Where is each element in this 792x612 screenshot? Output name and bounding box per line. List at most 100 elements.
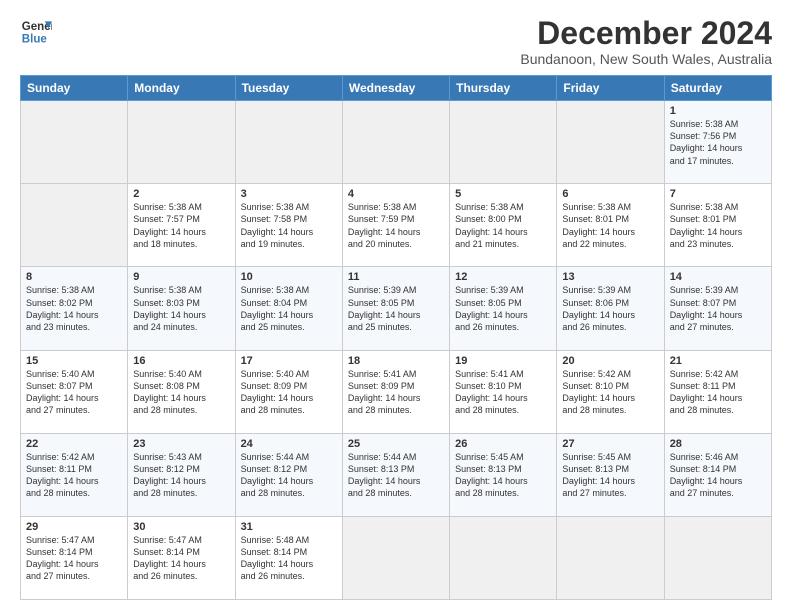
day-number: 23 bbox=[133, 438, 229, 450]
day-number: 11 bbox=[348, 271, 444, 283]
calendar-header-tuesday: Tuesday bbox=[235, 76, 342, 101]
day-info: Sunrise: 5:38 AM Sunset: 8:03 PM Dayligh… bbox=[133, 284, 229, 333]
day-number: 25 bbox=[348, 438, 444, 450]
day-info: Sunrise: 5:44 AM Sunset: 8:12 PM Dayligh… bbox=[241, 451, 337, 500]
calendar-cell: 13Sunrise: 5:39 AM Sunset: 8:06 PM Dayli… bbox=[557, 267, 664, 350]
day-info: Sunrise: 5:38 AM Sunset: 7:59 PM Dayligh… bbox=[348, 201, 444, 250]
day-info: Sunrise: 5:39 AM Sunset: 8:05 PM Dayligh… bbox=[455, 284, 551, 333]
calendar-cell bbox=[235, 101, 342, 184]
calendar-cell: 28Sunrise: 5:46 AM Sunset: 8:14 PM Dayli… bbox=[664, 433, 771, 516]
calendar-cell bbox=[557, 101, 664, 184]
calendar-cell: 5Sunrise: 5:38 AM Sunset: 8:00 PM Daylig… bbox=[450, 184, 557, 267]
day-number: 9 bbox=[133, 271, 229, 283]
day-info: Sunrise: 5:38 AM Sunset: 8:02 PM Dayligh… bbox=[26, 284, 122, 333]
day-info: Sunrise: 5:43 AM Sunset: 8:12 PM Dayligh… bbox=[133, 451, 229, 500]
calendar-cell bbox=[664, 516, 771, 599]
day-info: Sunrise: 5:42 AM Sunset: 8:10 PM Dayligh… bbox=[562, 368, 658, 417]
calendar-cell: 10Sunrise: 5:38 AM Sunset: 8:04 PM Dayli… bbox=[235, 267, 342, 350]
day-number: 16 bbox=[133, 355, 229, 367]
calendar-cell bbox=[128, 101, 235, 184]
calendar-week-5: 29Sunrise: 5:47 AM Sunset: 8:14 PM Dayli… bbox=[21, 516, 772, 599]
day-info: Sunrise: 5:38 AM Sunset: 8:01 PM Dayligh… bbox=[670, 201, 766, 250]
calendar-cell: 23Sunrise: 5:43 AM Sunset: 8:12 PM Dayli… bbox=[128, 433, 235, 516]
day-info: Sunrise: 5:38 AM Sunset: 8:01 PM Dayligh… bbox=[562, 201, 658, 250]
calendar-cell: 30Sunrise: 5:47 AM Sunset: 8:14 PM Dayli… bbox=[128, 516, 235, 599]
day-info: Sunrise: 5:38 AM Sunset: 8:00 PM Dayligh… bbox=[455, 201, 551, 250]
day-number: 17 bbox=[241, 355, 337, 367]
calendar-header-thursday: Thursday bbox=[450, 76, 557, 101]
calendar-cell: 21Sunrise: 5:42 AM Sunset: 8:11 PM Dayli… bbox=[664, 350, 771, 433]
calendar-week-0: 1Sunrise: 5:38 AM Sunset: 7:56 PM Daylig… bbox=[21, 101, 772, 184]
calendar-cell bbox=[21, 184, 128, 267]
calendar-cell: 29Sunrise: 5:47 AM Sunset: 8:14 PM Dayli… bbox=[21, 516, 128, 599]
day-number: 10 bbox=[241, 271, 337, 283]
calendar-week-3: 15Sunrise: 5:40 AM Sunset: 8:07 PM Dayli… bbox=[21, 350, 772, 433]
calendar-cell: 4Sunrise: 5:38 AM Sunset: 7:59 PM Daylig… bbox=[342, 184, 449, 267]
day-number: 21 bbox=[670, 355, 766, 367]
day-number: 5 bbox=[455, 188, 551, 200]
calendar-header-sunday: Sunday bbox=[21, 76, 128, 101]
calendar-week-2: 8Sunrise: 5:38 AM Sunset: 8:02 PM Daylig… bbox=[21, 267, 772, 350]
day-info: Sunrise: 5:47 AM Sunset: 8:14 PM Dayligh… bbox=[133, 534, 229, 583]
day-info: Sunrise: 5:40 AM Sunset: 8:09 PM Dayligh… bbox=[241, 368, 337, 417]
day-info: Sunrise: 5:42 AM Sunset: 8:11 PM Dayligh… bbox=[670, 368, 766, 417]
day-number: 12 bbox=[455, 271, 551, 283]
day-number: 31 bbox=[241, 521, 337, 533]
day-number: 24 bbox=[241, 438, 337, 450]
calendar-cell: 14Sunrise: 5:39 AM Sunset: 8:07 PM Dayli… bbox=[664, 267, 771, 350]
day-number: 7 bbox=[670, 188, 766, 200]
calendar-cell: 27Sunrise: 5:45 AM Sunset: 8:13 PM Dayli… bbox=[557, 433, 664, 516]
day-number: 13 bbox=[562, 271, 658, 283]
day-number: 27 bbox=[562, 438, 658, 450]
day-number: 26 bbox=[455, 438, 551, 450]
day-number: 15 bbox=[26, 355, 122, 367]
day-number: 14 bbox=[670, 271, 766, 283]
calendar-cell: 31Sunrise: 5:48 AM Sunset: 8:14 PM Dayli… bbox=[235, 516, 342, 599]
calendar-cell: 12Sunrise: 5:39 AM Sunset: 8:05 PM Dayli… bbox=[450, 267, 557, 350]
calendar-header-monday: Monday bbox=[128, 76, 235, 101]
calendar-header-saturday: Saturday bbox=[664, 76, 771, 101]
calendar-table: SundayMondayTuesdayWednesdayThursdayFrid… bbox=[20, 75, 772, 600]
day-info: Sunrise: 5:46 AM Sunset: 8:14 PM Dayligh… bbox=[670, 451, 766, 500]
day-info: Sunrise: 5:48 AM Sunset: 8:14 PM Dayligh… bbox=[241, 534, 337, 583]
day-number: 18 bbox=[348, 355, 444, 367]
day-info: Sunrise: 5:42 AM Sunset: 8:11 PM Dayligh… bbox=[26, 451, 122, 500]
day-number: 29 bbox=[26, 521, 122, 533]
calendar-cell: 15Sunrise: 5:40 AM Sunset: 8:07 PM Dayli… bbox=[21, 350, 128, 433]
calendar-week-4: 22Sunrise: 5:42 AM Sunset: 8:11 PM Dayli… bbox=[21, 433, 772, 516]
day-number: 1 bbox=[670, 105, 766, 117]
day-info: Sunrise: 5:45 AM Sunset: 8:13 PM Dayligh… bbox=[455, 451, 551, 500]
logo: General Blue bbox=[20, 16, 52, 48]
day-number: 19 bbox=[455, 355, 551, 367]
calendar-header-wednesday: Wednesday bbox=[342, 76, 449, 101]
calendar-cell: 9Sunrise: 5:38 AM Sunset: 8:03 PM Daylig… bbox=[128, 267, 235, 350]
calendar-cell: 11Sunrise: 5:39 AM Sunset: 8:05 PM Dayli… bbox=[342, 267, 449, 350]
day-info: Sunrise: 5:38 AM Sunset: 7:56 PM Dayligh… bbox=[670, 118, 766, 167]
svg-text:Blue: Blue bbox=[22, 34, 48, 46]
day-info: Sunrise: 5:39 AM Sunset: 8:07 PM Dayligh… bbox=[670, 284, 766, 333]
day-number: 2 bbox=[133, 188, 229, 200]
calendar-cell: 25Sunrise: 5:44 AM Sunset: 8:13 PM Dayli… bbox=[342, 433, 449, 516]
day-info: Sunrise: 5:39 AM Sunset: 8:05 PM Dayligh… bbox=[348, 284, 444, 333]
calendar-cell: 24Sunrise: 5:44 AM Sunset: 8:12 PM Dayli… bbox=[235, 433, 342, 516]
day-info: Sunrise: 5:40 AM Sunset: 8:07 PM Dayligh… bbox=[26, 368, 122, 417]
calendar-cell: 7Sunrise: 5:38 AM Sunset: 8:01 PM Daylig… bbox=[664, 184, 771, 267]
day-info: Sunrise: 5:38 AM Sunset: 8:04 PM Dayligh… bbox=[241, 284, 337, 333]
calendar-header-row: SundayMondayTuesdayWednesdayThursdayFrid… bbox=[21, 76, 772, 101]
subtitle: Bundanoon, New South Wales, Australia bbox=[520, 51, 772, 67]
calendar-cell bbox=[450, 101, 557, 184]
calendar-cell: 22Sunrise: 5:42 AM Sunset: 8:11 PM Dayli… bbox=[21, 433, 128, 516]
calendar-cell: 20Sunrise: 5:42 AM Sunset: 8:10 PM Dayli… bbox=[557, 350, 664, 433]
day-info: Sunrise: 5:47 AM Sunset: 8:14 PM Dayligh… bbox=[26, 534, 122, 583]
calendar-cell: 18Sunrise: 5:41 AM Sunset: 8:09 PM Dayli… bbox=[342, 350, 449, 433]
calendar-cell: 1Sunrise: 5:38 AM Sunset: 7:56 PM Daylig… bbox=[664, 101, 771, 184]
day-number: 8 bbox=[26, 271, 122, 283]
calendar-cell: 26Sunrise: 5:45 AM Sunset: 8:13 PM Dayli… bbox=[450, 433, 557, 516]
page: General Blue December 2024 Bundanoon, Ne… bbox=[0, 0, 792, 612]
main-title: December 2024 bbox=[520, 16, 772, 51]
calendar-cell: 16Sunrise: 5:40 AM Sunset: 8:08 PM Dayli… bbox=[128, 350, 235, 433]
calendar-cell: 6Sunrise: 5:38 AM Sunset: 8:01 PM Daylig… bbox=[557, 184, 664, 267]
calendar-header-friday: Friday bbox=[557, 76, 664, 101]
calendar-cell: 19Sunrise: 5:41 AM Sunset: 8:10 PM Dayli… bbox=[450, 350, 557, 433]
day-number: 22 bbox=[26, 438, 122, 450]
